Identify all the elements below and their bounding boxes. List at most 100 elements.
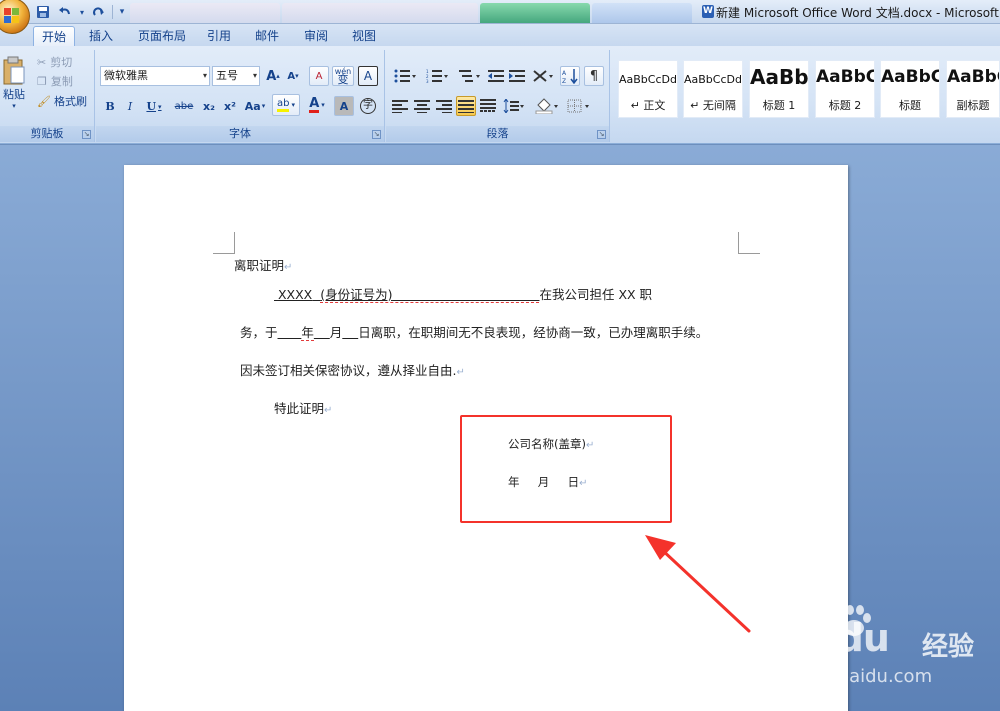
font-size-combo[interactable]: 五号 ▾ — [212, 66, 260, 86]
copy-button[interactable]: ❐ 复制 — [36, 73, 74, 89]
multilevel-list-icon — [459, 70, 480, 82]
font-group-label: 字体 — [96, 126, 384, 142]
character-shading-icon: A — [339, 99, 349, 113]
paragraph-mark: ↵ — [324, 405, 333, 416]
strikethrough-icon: abe — [174, 100, 194, 112]
align-center-icon — [414, 100, 430, 113]
distributed-icon — [480, 99, 496, 112]
tab-review[interactable]: 审阅 — [299, 26, 333, 46]
superscript-button[interactable]: x² — [220, 96, 240, 116]
doc-line-1[interactable]: XXXX (身份证号为) 在我公司担任 XX 职 — [274, 284, 652, 303]
enclose-characters-icon: 字 — [360, 98, 376, 114]
clipboard-group-label: 剪贴板 — [0, 126, 94, 142]
doc-line-2[interactable]: 务，于 年 月 日离职，在职期间无不良表现，经协商一致，已办理离职手续。 — [240, 322, 708, 341]
show-hide-marks-button[interactable]: ¶ — [584, 66, 604, 86]
borders-icon — [567, 99, 589, 113]
align-left-icon — [392, 100, 408, 113]
paste-button[interactable]: 粘贴 ▾ — [0, 54, 28, 112]
doc-title[interactable]: 离职证明↵ — [234, 255, 292, 274]
sort-button[interactable]: AZ — [560, 66, 580, 86]
justify-icon — [458, 100, 474, 113]
doc-line-3[interactable]: 因未签订相关保密协议，遵从择业自由.↵ — [240, 360, 465, 379]
style-name: 标题 1 — [762, 99, 796, 112]
superscript-icon: x² — [224, 99, 236, 113]
line-spacing-button[interactable] — [500, 96, 528, 116]
align-right-button[interactable] — [434, 96, 454, 116]
strikethrough-button[interactable]: abe — [172, 96, 196, 116]
blurred-tab[interactable] — [480, 3, 590, 23]
clear-formatting-button[interactable]: A — [309, 66, 329, 86]
baidu-watermark: Baidu 经验 jingyan.baidu.com — [748, 600, 1000, 711]
style-no-spacing[interactable]: AaBbCcDd ↵ 无间隔 — [683, 60, 743, 118]
italic-button[interactable]: I — [122, 96, 138, 116]
redo-icon[interactable] — [90, 3, 108, 21]
doc-line-4[interactable]: 特此证明↵ — [274, 398, 332, 417]
tab-page-layout[interactable]: 页面布局 — [133, 26, 191, 46]
phonetic-char: 变 — [337, 73, 349, 86]
closing-text: 特此证明 — [274, 401, 325, 416]
style-subtitle[interactable]: AaBbC 副标题 — [946, 60, 1000, 118]
shading-button[interactable] — [532, 96, 562, 116]
style-sample: AaBb — [750, 65, 808, 89]
highlight-button[interactable]: ab ▾ — [272, 94, 300, 116]
grow-font-button[interactable]: A ▴ — [264, 66, 282, 86]
cut-button[interactable]: ✂ 剪切 — [36, 54, 73, 70]
subscript-button[interactable]: x₂ — [199, 96, 219, 116]
dialog-launcher-icon[interactable]: ↘ — [82, 130, 91, 139]
dialog-launcher-icon[interactable]: ↘ — [372, 130, 381, 139]
font-name-combo[interactable]: 微软雅黑 ▾ — [100, 66, 210, 86]
font-color-icon: A — [309, 95, 320, 113]
enclose-characters-button[interactable]: 字 — [358, 96, 378, 116]
tab-references[interactable]: 引用 — [202, 26, 236, 46]
employee-name-text: XXXX — [277, 287, 313, 302]
document-page[interactable]: 离职证明↵ XXXX (身份证号为) 在我公司担任 XX 职 务，于 年 月 日… — [124, 165, 848, 711]
font-color-button[interactable]: A ▾ — [302, 94, 332, 116]
blurred-tab[interactable] — [282, 3, 478, 23]
decrease-indent-button[interactable] — [486, 66, 506, 86]
bullets-button[interactable] — [390, 66, 420, 86]
shrink-font-icon: A — [287, 70, 296, 82]
style-name: ↵ 无间隔 — [690, 99, 736, 112]
undo-icon[interactable] — [56, 3, 74, 21]
justify-button[interactable] — [456, 96, 476, 116]
distributed-button[interactable] — [478, 96, 498, 116]
tab-home[interactable]: 开始 — [33, 26, 75, 46]
underline-button[interactable]: U ▾ — [142, 96, 166, 116]
align-left-button[interactable] — [390, 96, 410, 116]
style-title[interactable]: AaBbC 标题 — [880, 60, 940, 118]
style-name: 标题 2 — [828, 99, 862, 112]
paste-icon — [3, 56, 25, 85]
customize-icon[interactable]: ▾ — [117, 3, 127, 21]
bold-button[interactable]: B — [102, 96, 118, 116]
shrink-font-button[interactable]: A ▾ — [284, 66, 302, 86]
tab-mailings[interactable]: 邮件 — [250, 26, 284, 46]
blurred-tab[interactable] — [592, 3, 692, 23]
numbering-button[interactable]: 123 — [422, 66, 452, 86]
tab-insert[interactable]: 插入 — [84, 26, 118, 46]
font-name-value: 微软雅黑 — [104, 69, 148, 82]
save-icon[interactable] — [34, 3, 52, 21]
style-normal[interactable]: AaBbCcDd ↵ 正文 — [618, 60, 678, 118]
phonetic-guide-button[interactable]: wén 变 — [332, 66, 354, 86]
style-heading-2[interactable]: AaBbC 标题 2 — [815, 60, 875, 118]
paragraph-group: 123 AZ ¶ 段落 ↘ — [386, 50, 610, 142]
chevron-down-icon: ▾ — [252, 71, 257, 80]
title-bar: ▾ ▾ W 新建 Microsoft Office Word 文档.docx -… — [0, 0, 1000, 34]
character-border-button[interactable]: A — [358, 66, 378, 86]
asian-layout-button[interactable] — [529, 66, 557, 86]
change-case-button[interactable]: Aa ▾ — [242, 96, 268, 116]
multilevel-list-button[interactable] — [454, 66, 484, 86]
office-logo-icon — [4, 8, 20, 24]
borders-button[interactable] — [564, 96, 594, 116]
paste-dropdown-icon: ▾ — [12, 102, 16, 110]
dialog-launcher-icon[interactable]: ↘ — [597, 130, 606, 139]
character-shading-button[interactable]: A — [334, 96, 354, 116]
increase-indent-button[interactable] — [507, 66, 527, 86]
blurred-tab[interactable] — [130, 3, 280, 23]
format-painter-button[interactable]: 🖌 格式刷 — [36, 93, 88, 109]
style-heading-1[interactable]: AaBb 标题 1 — [749, 60, 809, 118]
undo-dropdown-icon[interactable]: ▾ — [78, 3, 86, 21]
tab-view[interactable]: 视图 — [347, 26, 381, 46]
styles-group: AaBbCcDd ↵ 正文 AaBbCcDd ↵ 无间隔 AaBb 标题 1 A… — [612, 50, 1000, 142]
align-center-button[interactable] — [412, 96, 432, 116]
